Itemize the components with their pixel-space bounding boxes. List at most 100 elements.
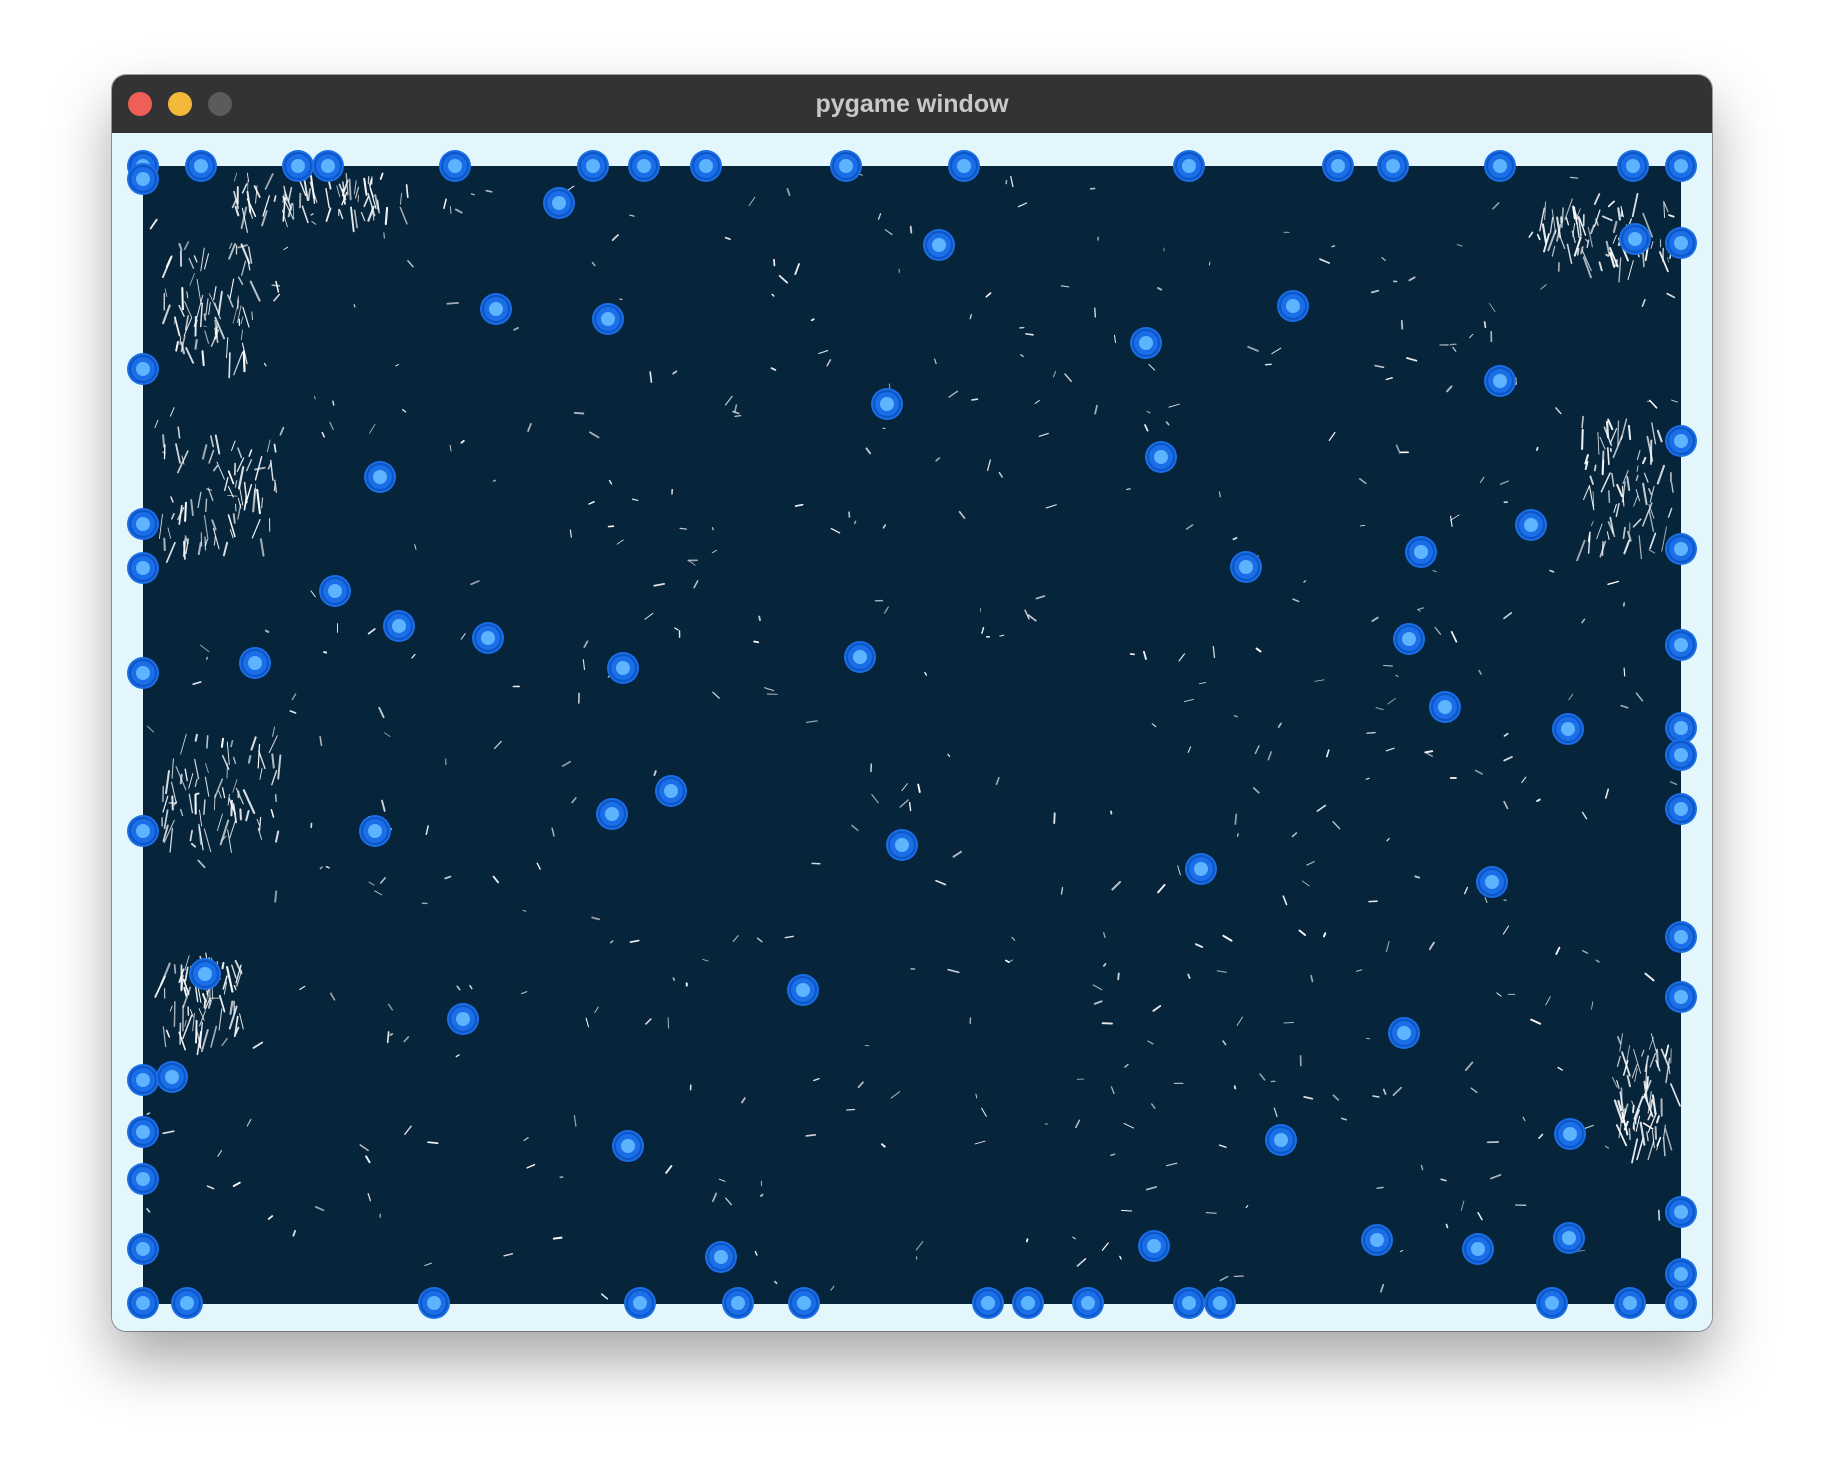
particle-streak — [1414, 875, 1421, 879]
particle-streak — [194, 339, 198, 350]
particle-node — [1665, 981, 1697, 1013]
particle-streak — [734, 414, 742, 418]
particle-streak — [389, 1032, 394, 1037]
game-canvas[interactable] — [112, 133, 1712, 1331]
particle-streak — [203, 799, 206, 816]
particle-streak — [1234, 813, 1238, 825]
particle-streak — [805, 1134, 817, 1137]
particle-node — [788, 1287, 820, 1319]
particle-node — [1277, 290, 1309, 322]
particle-streak — [1232, 536, 1238, 541]
particle-node — [577, 150, 609, 182]
particle-node — [628, 150, 660, 182]
particle-node — [1665, 1287, 1697, 1319]
particle-node — [1388, 1017, 1420, 1049]
particle-streak — [273, 443, 277, 453]
particle-node — [1665, 793, 1697, 825]
particle-streak — [1483, 321, 1487, 329]
particle-node — [1665, 1258, 1697, 1290]
particle-streak — [1576, 247, 1580, 256]
particle-node — [1536, 1287, 1568, 1319]
particle-streak — [759, 1193, 764, 1197]
particle-node — [1322, 150, 1354, 182]
particle-streak — [275, 794, 277, 803]
particle-streak — [1126, 488, 1131, 490]
particle-streak — [264, 629, 270, 633]
particle-node — [1619, 223, 1651, 255]
particle-streak — [171, 795, 174, 811]
particle-node — [705, 1241, 737, 1273]
particle-streak — [232, 513, 236, 524]
particle-node — [447, 1003, 479, 1035]
particle-node — [1405, 536, 1437, 568]
particle-streak — [204, 536, 207, 551]
particle-streak — [1053, 812, 1056, 825]
particle-node — [239, 647, 271, 679]
particle-streak — [1366, 731, 1376, 734]
particle-streak — [1628, 1127, 1631, 1141]
particle-node — [624, 1287, 656, 1319]
particle-streak — [195, 792, 200, 795]
particle-streak — [1535, 446, 1539, 451]
particle-streak — [1331, 245, 1336, 248]
particle-streak — [1593, 464, 1597, 472]
particle-node — [127, 657, 159, 689]
particle-node — [923, 229, 955, 261]
particle-streak — [679, 527, 688, 530]
particle-node — [127, 163, 159, 195]
particle-streak — [1569, 176, 1579, 179]
particle-node — [655, 775, 687, 807]
particle-node — [1377, 150, 1409, 182]
particle-streak — [348, 178, 352, 201]
particle-node — [189, 958, 221, 990]
particle-streak — [971, 398, 979, 401]
particle-node — [282, 150, 314, 182]
particle-streak — [274, 890, 278, 903]
particle-node — [1145, 441, 1177, 473]
particle-node — [1462, 1233, 1494, 1265]
particle-streak — [1117, 972, 1120, 981]
particle-streak — [552, 1236, 563, 1240]
particle-streak — [184, 501, 188, 522]
particle-streak — [1601, 450, 1605, 475]
particle-node — [127, 552, 159, 584]
particle-node — [1072, 1287, 1104, 1319]
particle-streak — [1445, 1223, 1449, 1229]
particle-streak — [271, 284, 281, 287]
particle-streak — [201, 350, 205, 367]
particle-streak — [353, 304, 356, 308]
particle-streak — [146, 1112, 151, 1116]
particle-streak — [181, 286, 184, 311]
title-bar[interactable]: pygame window — [112, 75, 1712, 134]
particle-streak — [1581, 428, 1584, 451]
particle-node — [592, 303, 624, 335]
particle-node — [480, 293, 512, 325]
particle-node — [1476, 866, 1508, 898]
particle-streak — [1025, 1238, 1029, 1243]
particle-node — [1173, 150, 1205, 182]
particle-streak — [1623, 667, 1626, 677]
particle-streak — [162, 434, 166, 448]
particle-streak — [1094, 307, 1096, 318]
particle-streak — [485, 189, 493, 193]
particle-node — [1484, 365, 1516, 397]
particle-streak — [179, 336, 182, 345]
particle-node — [1138, 1230, 1170, 1262]
particle-node — [948, 150, 980, 182]
simulation-scene — [127, 150, 1697, 1319]
particle-node — [319, 575, 351, 607]
particle-streak — [194, 733, 198, 742]
particle-streak — [183, 540, 186, 560]
particle-streak — [179, 773, 183, 785]
particle-node — [171, 1287, 203, 1319]
particle-streak — [221, 962, 225, 970]
particle-node — [1130, 327, 1162, 359]
particle-node — [439, 150, 471, 182]
particle-node — [1665, 425, 1697, 457]
particle-streak — [251, 311, 253, 321]
particle-streak — [216, 322, 218, 336]
particle-node — [1665, 150, 1697, 182]
particle-streak — [573, 411, 585, 415]
particle-streak — [163, 537, 166, 552]
particle-streak — [273, 195, 277, 202]
